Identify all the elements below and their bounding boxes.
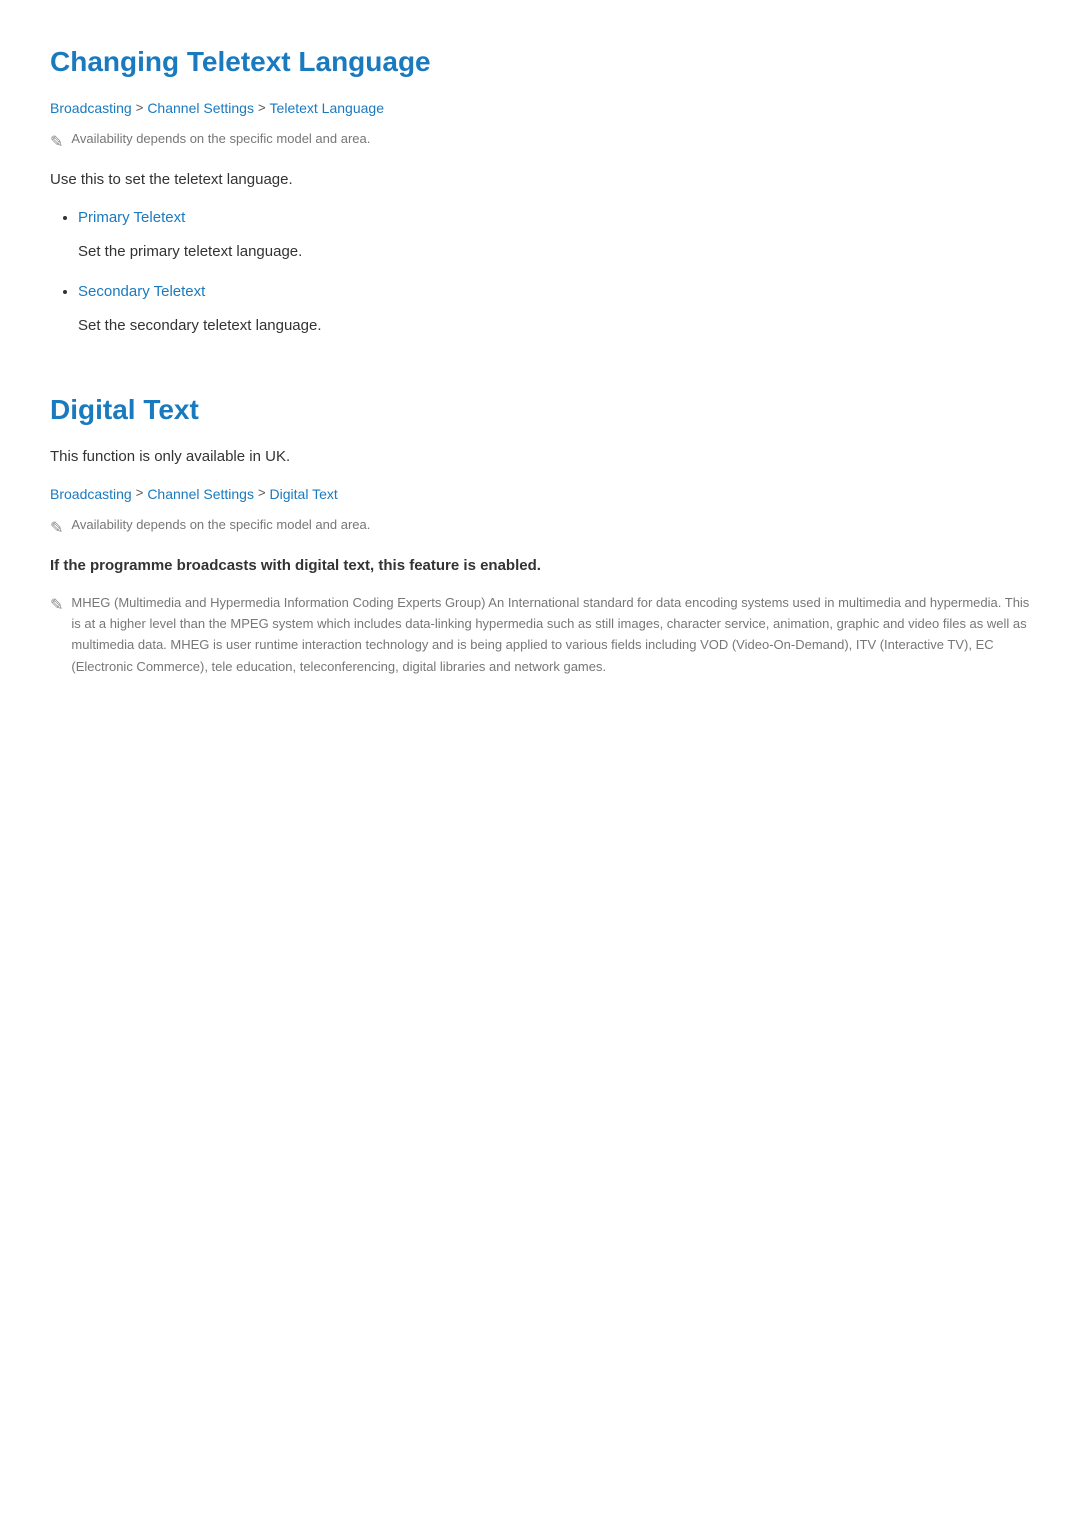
breadcrumb-broadcasting-2[interactable]: Broadcasting (50, 483, 132, 505)
section2-uk-note: This function is only available in UK. (50, 445, 1030, 469)
section1-intro: Use this to set the teletext language. (50, 168, 1030, 192)
pencil-icon-3: ✎ (50, 593, 63, 619)
section2-breadcrumb: Broadcasting > Channel Settings > Digita… (50, 483, 1030, 505)
breadcrumb-broadcasting-1[interactable]: Broadcasting (50, 97, 132, 119)
section2-note1: ✎ Availability depends on the specific m… (50, 515, 1030, 542)
section2-title: Digital Text (50, 388, 1030, 433)
breadcrumb-channel-settings-1[interactable]: Channel Settings (147, 97, 254, 119)
section1-breadcrumb: Broadcasting > Channel Settings > Telete… (50, 97, 1030, 119)
breadcrumb-sep-4: > (258, 483, 266, 504)
teletext-bullet-list: Primary Teletext (50, 206, 1030, 230)
pencil-icon-1: ✎ (50, 130, 63, 156)
section2-intro-bold: If the programme broadcasts with digital… (50, 554, 1030, 578)
secondary-teletext-desc: Set the secondary teletext language. (78, 314, 1030, 338)
bullet-primary-teletext: Primary Teletext (78, 206, 1030, 230)
breadcrumb-sep-3: > (136, 483, 144, 504)
breadcrumb-sep-1: > (136, 98, 144, 119)
breadcrumb-teletext-language[interactable]: Teletext Language (270, 97, 384, 119)
digital-text-section: Digital Text This function is only avail… (50, 388, 1030, 678)
bullet-secondary-teletext: Secondary Teletext (78, 280, 1030, 304)
section1-note1-text: Availability depends on the specific mod… (71, 129, 370, 150)
breadcrumb-channel-settings-2[interactable]: Channel Settings (147, 483, 254, 505)
breadcrumb-digital-text[interactable]: Digital Text (270, 483, 338, 505)
mheg-note-block: ✎ MHEG (Multimedia and Hypermedia Inform… (50, 592, 1030, 678)
pencil-icon-2: ✎ (50, 516, 63, 542)
section2-note1-text: Availability depends on the specific mod… (71, 515, 370, 536)
mheg-note-text: MHEG (Multimedia and Hypermedia Informat… (71, 592, 1030, 678)
breadcrumb-sep-2: > (258, 98, 266, 119)
teletext-language-section: Changing Teletext Language Broadcasting … (50, 40, 1030, 338)
primary-teletext-desc: Set the primary teletext language. (78, 240, 1030, 264)
section1-note1: ✎ Availability depends on the specific m… (50, 129, 1030, 156)
section1-title: Changing Teletext Language (50, 40, 1030, 85)
teletext-bullet-list-2: Secondary Teletext (50, 280, 1030, 304)
primary-teletext-link[interactable]: Primary Teletext (78, 209, 185, 226)
secondary-teletext-link[interactable]: Secondary Teletext (78, 283, 205, 300)
